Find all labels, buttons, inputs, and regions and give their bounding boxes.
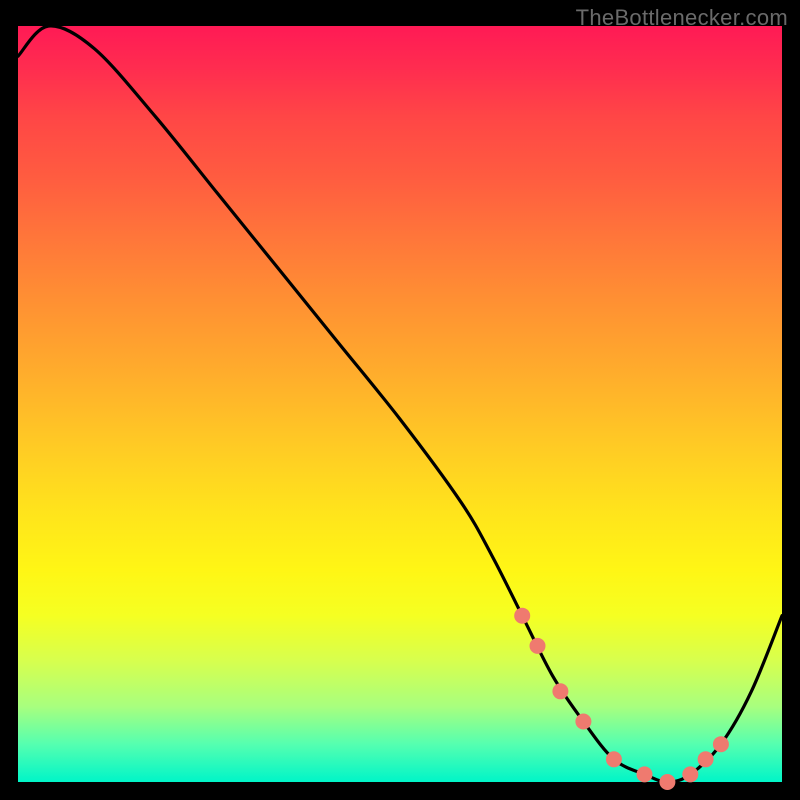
marker-point (659, 774, 675, 790)
marker-point (575, 714, 591, 730)
bottleneck-curve-line (18, 26, 782, 782)
marker-point (713, 736, 729, 752)
marker-point (682, 766, 698, 782)
marker-point (552, 683, 568, 699)
chart-svg (18, 26, 782, 782)
marker-point (637, 766, 653, 782)
marker-point (698, 751, 714, 767)
marker-point (514, 608, 530, 624)
attribution-text: TheBottlenecker.com (576, 5, 788, 31)
marker-point (530, 638, 546, 654)
chart-plot-area (18, 26, 782, 782)
highlight-markers (514, 608, 729, 790)
marker-point (606, 751, 622, 767)
